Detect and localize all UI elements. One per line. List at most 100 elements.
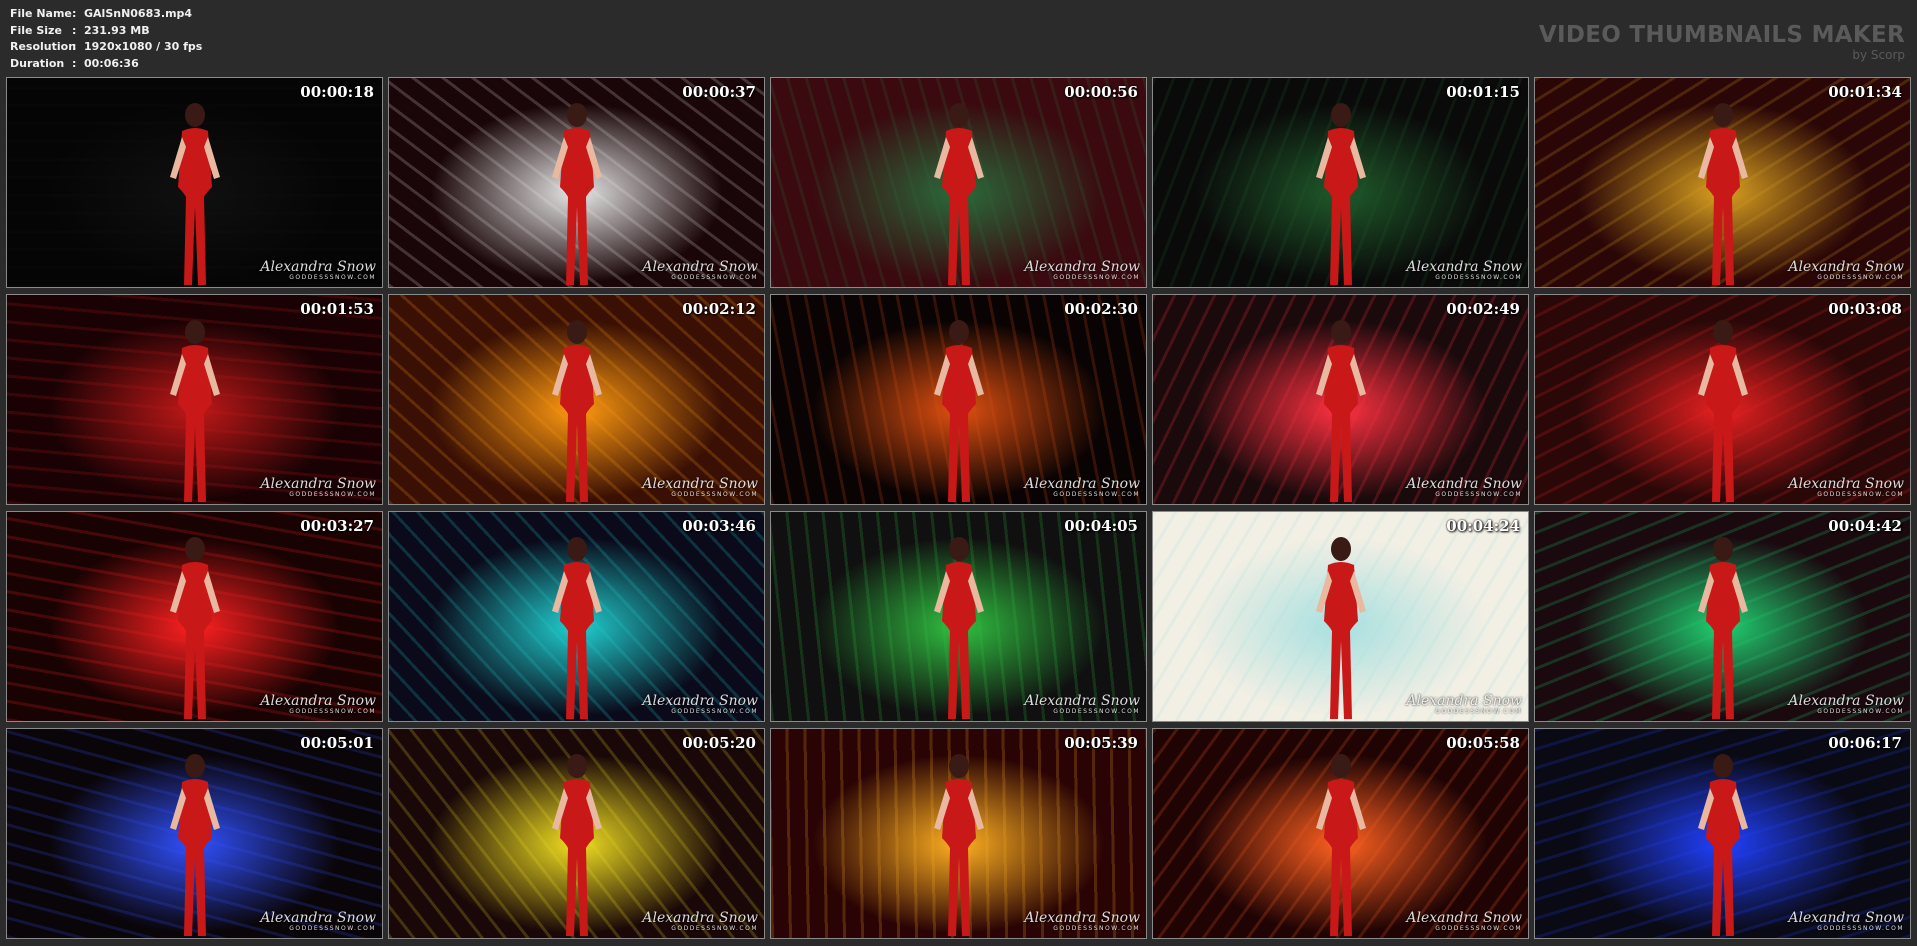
figure-silhouette [1315, 320, 1366, 502]
thumbnail[interactable]: 00:04:05 Alexandra Snow GODDESSSNOW.COM [770, 511, 1147, 722]
figure-silhouette [1315, 537, 1366, 719]
timestamp: 00:01:34 [1828, 83, 1902, 101]
brand-logo: VIDEO THUMBNAILS MAKER by Scorp [1539, 22, 1905, 62]
thumbnail[interactable]: 00:01:34 Alexandra Snow GODDESSSNOW.COM [1534, 77, 1911, 288]
timestamp: 00:05:20 [682, 734, 756, 752]
timestamp: 00:00:37 [682, 83, 756, 101]
info-label: Resolution [10, 40, 77, 53]
info-value: GAlSnN0683.mp4 [84, 7, 193, 20]
watermark-site: GODDESSSNOW.COM [671, 708, 758, 715]
watermark-signature: Alexandra Snow [642, 476, 758, 492]
thumbnail[interactable]: 00:05:39 Alexandra Snow GODDESSSNOW.COM [770, 728, 1147, 939]
watermark-signature: Alexandra Snow [1024, 259, 1140, 275]
watermark-signature: Alexandra Snow [1024, 910, 1140, 926]
watermark: Alexandra Snow GODDESSSNOW.COM [642, 477, 758, 498]
watermark-signature: Alexandra Snow [1024, 476, 1140, 492]
thumbnail[interactable]: 00:03:27 Alexandra Snow GODDESSSNOW.COM [6, 511, 383, 722]
watermark-signature: Alexandra Snow [642, 259, 758, 275]
watermark-site: GODDESSSNOW.COM [1817, 491, 1904, 498]
thumbnail[interactable]: 00:06:17 Alexandra Snow GODDESSSNOW.COM [1534, 728, 1911, 939]
thumbnail-grid: 00:00:18 Alexandra Snow GODDESSSNOW.COM … [6, 77, 1911, 939]
figure-silhouette [169, 754, 220, 936]
info-row-duration: Duration : 00:06:36 [10, 56, 202, 73]
thumbnail[interactable]: 00:05:58 Alexandra Snow GODDESSSNOW.COM [1152, 728, 1529, 939]
watermark-signature: Alexandra Snow [1406, 910, 1522, 926]
watermark: Alexandra Snow GODDESSSNOW.COM [1406, 911, 1522, 932]
thumbnail[interactable]: 00:03:46 Alexandra Snow GODDESSSNOW.COM [388, 511, 765, 722]
timestamp: 00:04:24 [1446, 517, 1520, 535]
watermark-signature: Alexandra Snow [260, 259, 376, 275]
watermark-signature: Alexandra Snow [642, 910, 758, 926]
watermark-site: GODDESSSNOW.COM [1053, 491, 1140, 498]
thumbnail[interactable]: 00:00:56 Alexandra Snow GODDESSSNOW.COM [770, 77, 1147, 288]
info-value: 231.93 MB [84, 23, 150, 37]
thumbnail[interactable]: 00:01:15 Alexandra Snow GODDESSSNOW.COM [1152, 77, 1529, 288]
watermark-site: GODDESSSNOW.COM [289, 708, 376, 715]
figure-silhouette [933, 103, 984, 285]
thumbnail[interactable]: 00:02:30 Alexandra Snow GODDESSSNOW.COM [770, 294, 1147, 505]
thumbnail[interactable]: 00:00:18 Alexandra Snow GODDESSSNOW.COM [6, 77, 383, 288]
thumbnail[interactable]: 00:01:53 Alexandra Snow GODDESSSNOW.COM [6, 294, 383, 505]
figure-silhouette [1697, 320, 1748, 502]
thumbnail[interactable]: 00:05:01 Alexandra Snow GODDESSSNOW.COM [6, 728, 383, 939]
thumbnail[interactable]: 00:02:12 Alexandra Snow GODDESSSNOW.COM [388, 294, 765, 505]
watermark-site: GODDESSSNOW.COM [1435, 708, 1522, 715]
file-info: File Name : GAlSnN0683.mp4 File Size : 2… [10, 6, 202, 72]
timestamp: 00:00:18 [300, 83, 374, 101]
figure-silhouette [1697, 754, 1748, 936]
thumbnail[interactable]: 00:03:08 Alexandra Snow GODDESSSNOW.COM [1534, 294, 1911, 505]
watermark-signature: Alexandra Snow [1024, 693, 1140, 709]
brand-byline: by Scorp [1852, 48, 1905, 62]
thumbnail[interactable]: 00:04:24 Alexandra Snow GODDESSSNOW.COM [1152, 511, 1529, 722]
info-row-file-name: File Name : GAlSnN0683.mp4 [10, 6, 202, 23]
figure-silhouette [551, 537, 602, 719]
watermark: Alexandra Snow GODDESSSNOW.COM [1788, 694, 1904, 715]
watermark-signature: Alexandra Snow [1788, 259, 1904, 275]
timestamp: 00:05:01 [300, 734, 374, 752]
watermark: Alexandra Snow GODDESSSNOW.COM [260, 260, 376, 281]
timestamp: 00:03:27 [300, 517, 374, 535]
figure-silhouette [933, 320, 984, 502]
info-separator: : [72, 40, 77, 53]
figure-silhouette [551, 754, 602, 936]
watermark: Alexandra Snow GODDESSSNOW.COM [1024, 911, 1140, 932]
figure-silhouette [1697, 537, 1748, 719]
info-row-file-size: File Size : 231.93 MB [10, 23, 202, 40]
info-label: Duration [10, 56, 65, 70]
watermark-site: GODDESSSNOW.COM [289, 491, 376, 498]
watermark: Alexandra Snow GODDESSSNOW.COM [260, 477, 376, 498]
watermark-site: GODDESSSNOW.COM [289, 925, 376, 932]
watermark-signature: Alexandra Snow [260, 910, 376, 926]
watermark-site: GODDESSSNOW.COM [1053, 925, 1140, 932]
figure-silhouette [551, 320, 602, 502]
watermark: Alexandra Snow GODDESSSNOW.COM [1406, 477, 1522, 498]
figure-silhouette [1697, 103, 1748, 285]
watermark-signature: Alexandra Snow [260, 476, 376, 492]
figure-silhouette [1315, 103, 1366, 285]
watermark-site: GODDESSSNOW.COM [1435, 274, 1522, 281]
watermark: Alexandra Snow GODDESSSNOW.COM [260, 694, 376, 715]
info-value: 1920x1080 / 30 fps [84, 40, 203, 53]
watermark-site: GODDESSSNOW.COM [671, 925, 758, 932]
watermark-signature: Alexandra Snow [1788, 476, 1904, 492]
watermark-signature: Alexandra Snow [1788, 910, 1904, 926]
watermark: Alexandra Snow GODDESSSNOW.COM [1406, 694, 1522, 715]
timestamp: 00:01:53 [300, 300, 374, 318]
info-label: File Name [10, 7, 72, 20]
info-value: 00:06:36 [84, 56, 139, 70]
info-separator: : [72, 23, 77, 37]
info-separator: : [72, 7, 77, 20]
timestamp: 00:03:46 [682, 517, 756, 535]
watermark-site: GODDESSSNOW.COM [289, 274, 376, 281]
thumbnail[interactable]: 00:05:20 Alexandra Snow GODDESSSNOW.COM [388, 728, 765, 939]
figure-silhouette [169, 537, 220, 719]
thumbnail[interactable]: 00:02:49 Alexandra Snow GODDESSSNOW.COM [1152, 294, 1529, 505]
watermark-site: GODDESSSNOW.COM [1435, 925, 1522, 932]
watermark: Alexandra Snow GODDESSSNOW.COM [260, 911, 376, 932]
watermark-site: GODDESSSNOW.COM [1435, 491, 1522, 498]
thumbnail[interactable]: 00:00:37 Alexandra Snow GODDESSSNOW.COM [388, 77, 765, 288]
info-label: File Size [10, 23, 62, 37]
thumbnail[interactable]: 00:04:42 Alexandra Snow GODDESSSNOW.COM [1534, 511, 1911, 722]
figure-silhouette [169, 320, 220, 502]
timestamp: 00:06:17 [1828, 734, 1902, 752]
